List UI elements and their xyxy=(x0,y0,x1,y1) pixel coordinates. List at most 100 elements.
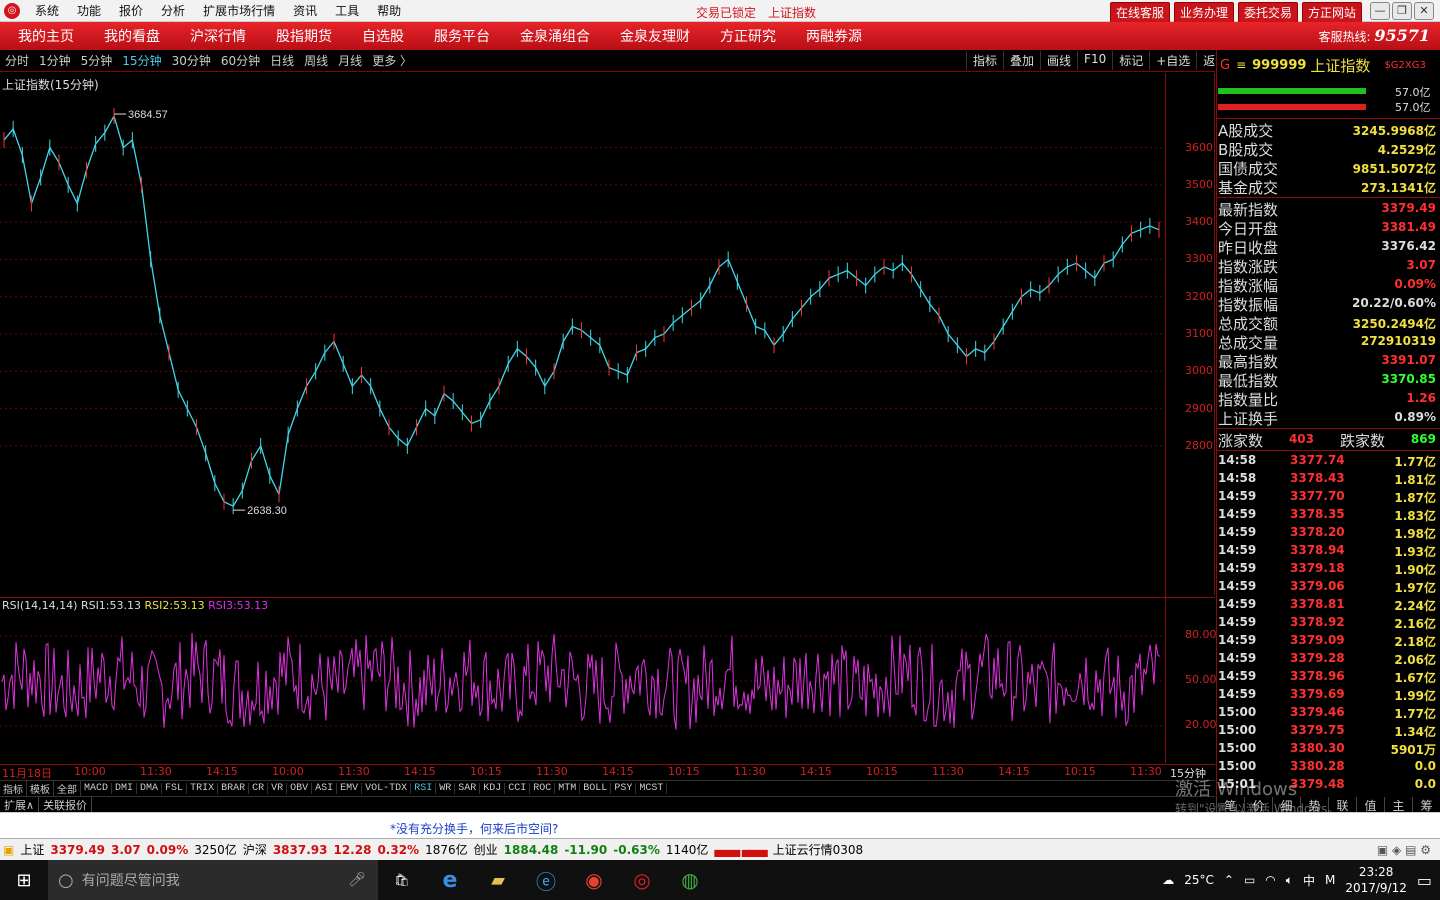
indicator-tab[interactable]: SAR xyxy=(455,783,481,794)
clock[interactable]: 23:28 2017/9/12 xyxy=(1345,864,1407,896)
chart-tool-button[interactable]: 叠加 xyxy=(1003,51,1040,70)
price-chart[interactable]: 3684.57 2638.30 xyxy=(0,73,1215,595)
ie-icon[interactable]: ⓔ xyxy=(522,860,570,900)
edge-icon[interactable]: e xyxy=(426,860,474,900)
indicator-tab[interactable]: VR xyxy=(268,783,288,794)
menu-item[interactable]: 报价 xyxy=(110,2,152,19)
trade-lock-status[interactable]: 交易已锁定 xyxy=(696,4,756,21)
windows-start-icon[interactable]: ⊞ xyxy=(0,860,48,900)
period-tab[interactable]: 日线 xyxy=(265,52,299,69)
chart-tool-button[interactable]: 指标 xyxy=(966,51,1003,70)
indicator-tab[interactable]: BOLL xyxy=(580,783,612,794)
website-button[interactable]: 方正网站 xyxy=(1302,2,1363,23)
founder-app-icon[interactable]: ◎ xyxy=(618,860,666,900)
right-tab[interactable]: 值 xyxy=(1356,797,1384,813)
chrome-icon[interactable]: ◉ xyxy=(570,860,618,900)
cy-label[interactable]: 创业 xyxy=(471,841,501,858)
indicator-tab[interactable]: MTM xyxy=(555,783,581,794)
close-icon[interactable]: ✕ xyxy=(1414,2,1434,20)
period-tab[interactable]: 更多 〉 xyxy=(367,52,417,69)
sh-label[interactable]: 上证 xyxy=(17,841,47,858)
indicator-tab[interactable]: PSY xyxy=(611,783,637,794)
ext-quote-tab[interactable]: 扩展∧ xyxy=(0,797,40,812)
period-tab[interactable]: 60分钟 xyxy=(216,52,265,69)
chart-tool-button[interactable]: 标记 xyxy=(1112,51,1149,70)
nav-tab[interactable]: 自选股 xyxy=(344,26,416,46)
indicator-tab[interactable]: DMA xyxy=(137,783,163,794)
related-quote-tab[interactable]: 关联报价 xyxy=(39,797,93,812)
indicator-tab[interactable]: VOL-TDX xyxy=(362,783,412,794)
network-icon[interactable]: ◠ xyxy=(1265,873,1275,887)
browser-icon[interactable]: ◍ xyxy=(666,860,714,900)
menu-icon[interactable]: ≡ xyxy=(1236,58,1246,72)
battery-icon[interactable]: ▭ xyxy=(1244,873,1255,887)
period-tab[interactable]: 周线 xyxy=(299,52,333,69)
menu-item[interactable]: 资讯 xyxy=(284,2,326,19)
period-tab[interactable]: 月线 xyxy=(333,52,367,69)
hs-label[interactable]: 沪深 xyxy=(240,841,270,858)
period-tab[interactable]: 1分钟 xyxy=(34,52,76,69)
indicator-tab[interactable]: FSL xyxy=(162,783,188,794)
menu-item[interactable]: 分析 xyxy=(152,2,194,19)
indicator-tab[interactable]: MACD xyxy=(81,783,113,794)
ime-mode-icon[interactable]: M xyxy=(1325,873,1335,887)
indicator-tab[interactable]: MCST xyxy=(636,783,668,794)
indicator-tab[interactable]: BRAR xyxy=(218,783,250,794)
weather-icon[interactable]: ☁ xyxy=(1162,873,1174,887)
restore-icon[interactable]: ❐ xyxy=(1392,2,1412,20)
status-message[interactable]: *没有充分换手，何来后市空间? xyxy=(390,820,558,837)
indicator-tab[interactable]: EMV xyxy=(337,783,363,794)
indicator-tab[interactable]: 全部 xyxy=(54,780,81,797)
indicator-tab[interactable]: WR xyxy=(436,783,456,794)
online-service-button[interactable]: 在线客服 xyxy=(1110,2,1171,23)
period-tab[interactable]: 分时 xyxy=(0,52,34,69)
indicator-tab[interactable]: 模板 xyxy=(27,780,54,797)
trade-button[interactable]: 委托交易 xyxy=(1238,2,1299,23)
indicator-tab[interactable]: ROC xyxy=(530,783,556,794)
nav-tab[interactable]: 沪深行情 xyxy=(172,26,258,46)
chart-tool-button[interactable]: +自选 xyxy=(1149,51,1196,70)
indicator-tab[interactable]: TRIX xyxy=(187,783,219,794)
indicator-tab[interactable]: CCI xyxy=(505,783,531,794)
nav-tab[interactable]: 金泉友理财 xyxy=(602,26,702,46)
store-icon[interactable]: 🛍︎ xyxy=(378,860,426,900)
tray-tools-icon[interactable]: ▣ ◈ ▤ ⚙ xyxy=(1374,843,1434,857)
period-tab[interactable]: 30分钟 xyxy=(167,52,216,69)
nav-tab[interactable]: 我的主页 xyxy=(0,26,86,46)
right-tab[interactable]: 筹 xyxy=(1412,797,1440,813)
rsi-panel[interactable] xyxy=(0,597,1215,763)
chart-tool-button[interactable]: F10 xyxy=(1077,51,1112,70)
indicator-tab[interactable]: CR xyxy=(249,783,269,794)
right-tab[interactable]: 主 xyxy=(1384,797,1412,813)
period-tab[interactable]: 5分钟 xyxy=(76,52,118,69)
nav-tab[interactable]: 服务平台 xyxy=(416,26,502,46)
menu-item[interactable]: 工具 xyxy=(326,2,368,19)
tray-expand-icon[interactable]: ⌃ xyxy=(1224,873,1234,887)
cloud-quote[interactable]: 上证云行情0308 xyxy=(770,841,867,858)
folder-icon[interactable]: ▰ xyxy=(474,860,522,900)
nav-tab[interactable]: 两融券源 xyxy=(788,26,874,46)
period-tab[interactable]: 15分钟 xyxy=(117,52,166,69)
indicator-tab[interactable]: DMI xyxy=(112,783,138,794)
nav-tab[interactable]: 方正研究 xyxy=(702,26,788,46)
indicator-tab[interactable]: 指标 xyxy=(0,780,27,797)
menu-item[interactable]: 帮助 xyxy=(368,2,410,19)
indicator-tab[interactable]: KDJ xyxy=(480,783,506,794)
menu-item[interactable]: 系统 xyxy=(26,2,68,19)
chart-tool-button[interactable]: 画线 xyxy=(1040,51,1077,70)
menu-item[interactable]: 扩展市场行情 xyxy=(194,2,284,19)
cortana-search[interactable]: ○ 有问题尽管问我 🎤︎ xyxy=(48,860,378,900)
nav-tab[interactable]: 金泉涌组合 xyxy=(502,26,602,46)
nav-tab[interactable]: 我的看盘 xyxy=(86,26,172,46)
notification-icon[interactable]: ▭ xyxy=(1417,871,1432,890)
business-button[interactable]: 业务办理 xyxy=(1174,2,1235,23)
nav-tab[interactable]: 股指期货 xyxy=(258,26,344,46)
ime-indicator[interactable]: 中 xyxy=(1303,872,1315,889)
indicator-tab[interactable]: OBV xyxy=(287,783,313,794)
minimize-icon[interactable]: — xyxy=(1370,2,1390,20)
indicator-tab[interactable]: RSI xyxy=(411,783,437,794)
menu-item[interactable]: 功能 xyxy=(68,2,110,19)
volume-icon[interactable]: 🔈︎ xyxy=(1286,873,1293,888)
mic-icon[interactable]: 🎤︎ xyxy=(348,872,366,888)
indicator-tab[interactable]: ASI xyxy=(312,783,338,794)
